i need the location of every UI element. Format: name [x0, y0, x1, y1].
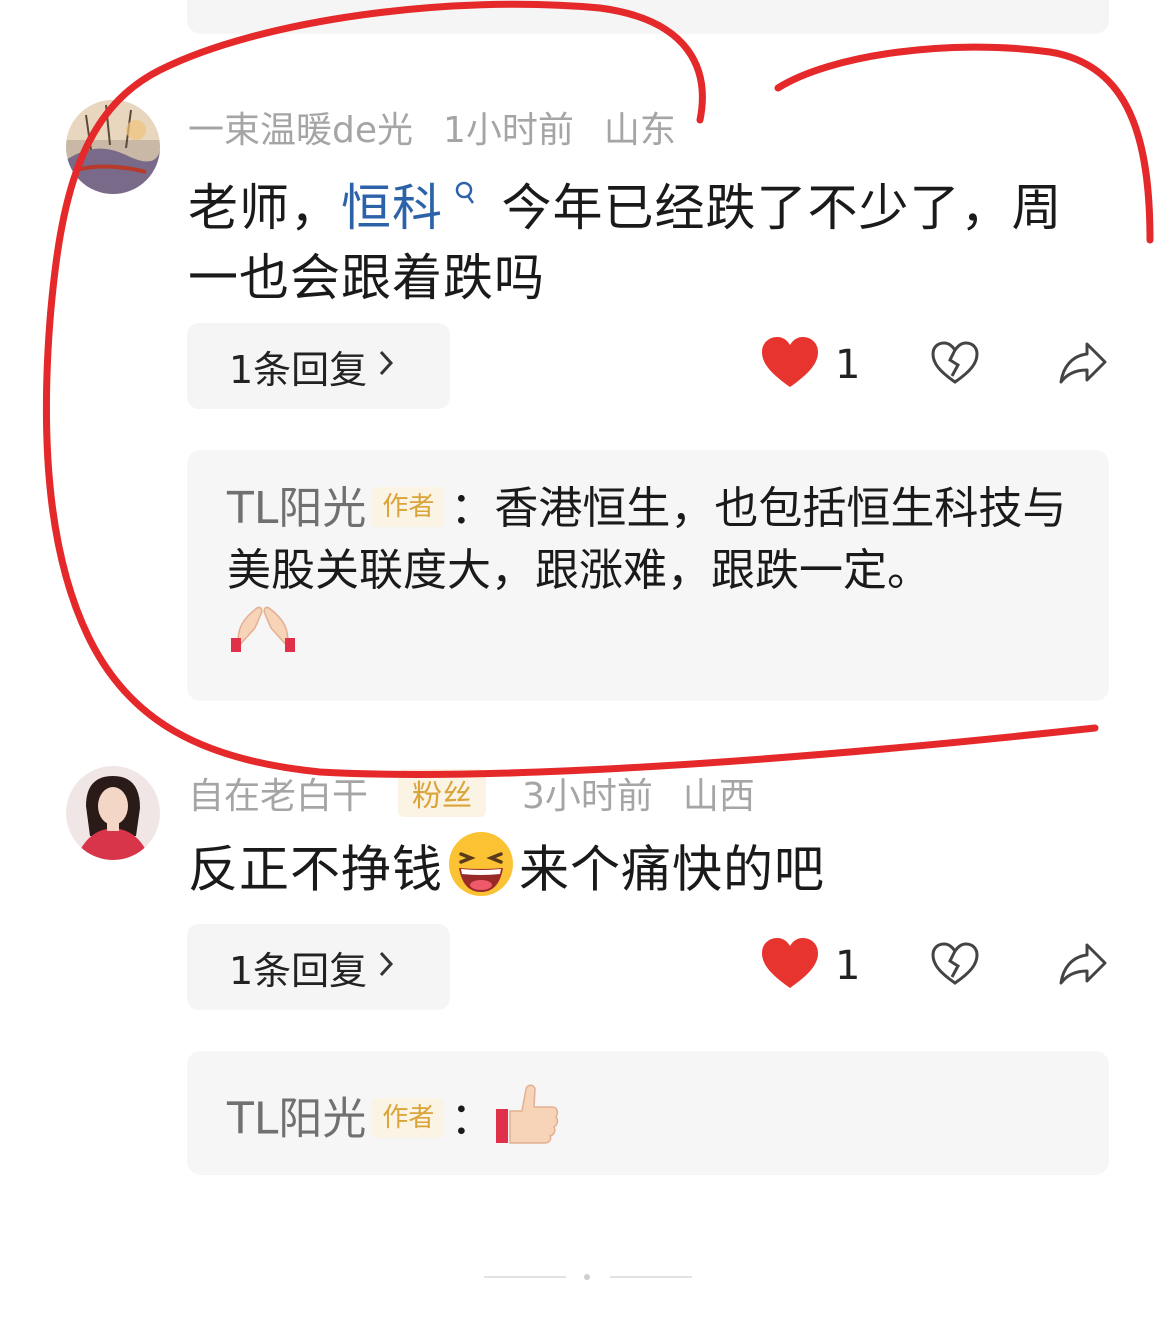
reply-separator: ： [450, 1093, 495, 1145]
view-replies-label: 1条回复 [229, 948, 368, 993]
username[interactable]: 一束温暖de光 [188, 101, 413, 153]
share-button[interactable] [1057, 330, 1109, 400]
chevron-right-icon [377, 947, 395, 988]
page-indicator-line [610, 1276, 692, 1278]
view-replies-label: 1条回复 [229, 347, 368, 392]
like-count: 1 [835, 943, 861, 989]
like-button[interactable] [760, 330, 820, 400]
page-indicator [0, 1270, 1176, 1286]
timestamp: 3小时前 [522, 776, 653, 817]
fan-badge: 粉丝 [398, 769, 487, 817]
location: 山东 [603, 110, 676, 151]
share-icon [1057, 340, 1109, 390]
location: 山西 [682, 776, 755, 817]
reply-author-name[interactable]: TL阳光 [227, 1094, 366, 1145]
avatar[interactable] [66, 766, 160, 860]
thumbs-up-emoji-icon [494, 1081, 560, 1162]
reply-separator: ： [450, 483, 495, 534]
comment-meta: 一束温暖de光 1小时前 山东 [188, 102, 706, 152]
username[interactable]: 自在老白干 [188, 767, 368, 819]
broken-heart-icon [930, 340, 980, 390]
dislike-button[interactable] [930, 931, 980, 1001]
share-icon [1057, 941, 1109, 991]
author-reply-box[interactable]: TL阳光 作者 ：香港恒生，也包括恒生科技与美股关联度大，跟涨难，跟跌一定。 [187, 450, 1109, 701]
avatar[interactable] [66, 100, 160, 194]
comment-text: 老师，恒科 今年已经跌了不少了，周一也会跟着跌吗 [188, 164, 1108, 313]
comment-text: 反正不挣钱 来个痛快的吧 [188, 830, 1108, 916]
author-badge: 作者 [372, 487, 445, 527]
chevron-right-icon [377, 346, 395, 387]
like-count: 1 [835, 342, 861, 388]
comment-meta: 自在老白干 粉丝 3小时前 山西 [188, 768, 785, 818]
page-indicator-line [484, 1276, 566, 1278]
heart-icon [760, 936, 820, 996]
pray-emoji-icon [227, 602, 299, 669]
broken-heart-icon [930, 941, 980, 991]
comment-actions: 1 [760, 330, 1120, 400]
stock-link[interactable]: 恒科 [341, 179, 443, 237]
like-button[interactable] [760, 931, 820, 1001]
author-reply-box[interactable]: TL阳光 作者： [187, 1051, 1109, 1175]
comment-text-part: 老师， [188, 179, 341, 237]
share-button[interactable] [1057, 931, 1109, 1001]
view-replies-button[interactable]: 1条回复 [187, 924, 450, 1010]
comment-text-part: 反正不挣钱 [188, 840, 443, 899]
reply-author-name[interactable]: TL阳光 [227, 483, 366, 534]
heart-icon [760, 335, 820, 395]
page-indicator-dot [584, 1274, 590, 1280]
comment-actions: 1 [760, 931, 1120, 1001]
laughing-emoji-icon [443, 830, 519, 916]
dislike-button[interactable] [930, 330, 980, 400]
search-icon[interactable] [445, 181, 486, 214]
comment-text-part: 来个痛快的吧 [519, 840, 825, 899]
view-replies-button[interactable]: 1条回复 [187, 323, 450, 409]
previous-reply-box [187, 0, 1109, 34]
timestamp: 1小时前 [443, 110, 574, 151]
author-badge: 作者 [372, 1097, 445, 1138]
